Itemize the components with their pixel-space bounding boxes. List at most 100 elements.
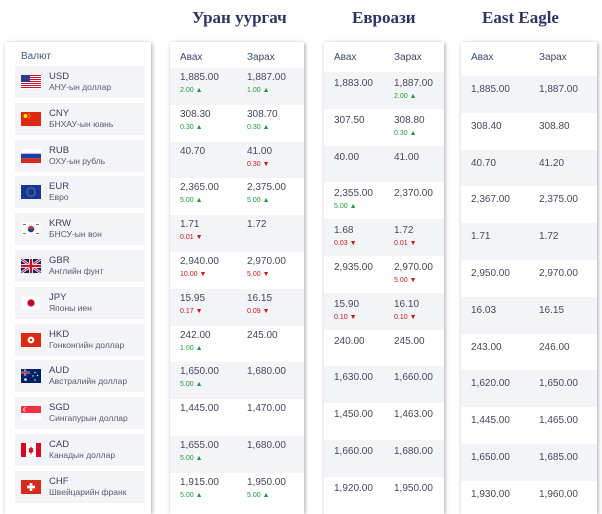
rate-value: 2,370.00 (394, 188, 433, 200)
sg-flag-icon (21, 406, 41, 421)
rate-row-sgd: 1,445.00 1,470.00 (170, 399, 304, 436)
sell-cell: 2,970.00 5.00 ▼ (237, 252, 304, 289)
ru-flag-icon (21, 148, 41, 163)
sell-cell: 1,887.00 1.00 ▲ (237, 68, 304, 105)
rate-value: 1,930.00 (471, 488, 510, 500)
rate-value: 2,367.00 (471, 194, 510, 206)
buy-cell: 40.70 (170, 142, 237, 179)
rate-value: 1,445.00 (471, 415, 510, 427)
rate-row-hkd: 240.00 245.00 (324, 330, 444, 367)
currency-name: Швейцарийн франк (49, 486, 127, 497)
currency-code: SGD (49, 402, 70, 414)
buy-cell: 1,450.00 (324, 403, 384, 440)
arrow-up-icon: ▲ (409, 129, 417, 137)
buy-cell: 1,930.00 (461, 481, 529, 514)
arrow-down-icon: ▼ (199, 271, 207, 278)
sell-cell: 1,887.00 (529, 76, 597, 113)
sell-header: Зарах (394, 51, 422, 63)
arrow-up-icon: ▲ (195, 344, 203, 352)
buy-cell: 2,935.00 (324, 256, 384, 293)
currency-name: Японы иен (49, 302, 92, 313)
buy-cell: 308.30 0.30 ▲ (170, 105, 237, 142)
rate-value: 2,950.00 (471, 268, 510, 279)
rate-value: 1,465.00 (539, 415, 578, 427)
uran-uurgach-panel: Авах Зарах 1,885.00 2.00 ▲ 1,887.00 1.00 ▲ 308… (170, 42, 304, 514)
rate-value: 1,445.00 (180, 403, 219, 415)
sell-cell: 16.15 0.09 ▼ (237, 289, 304, 326)
rate-row-chf: 1,920.00 1,950.00 (324, 477, 444, 514)
rate-value: 40.70 (180, 145, 206, 157)
rate-row-jpy: 15.90 0.10 ▼ 16.10 0.10 ▼ (324, 292, 444, 330)
rate-value: 245.00 (247, 329, 278, 341)
buy-cell: 1,655.00 5.00 ▲ (170, 436, 237, 473)
rate-change: 5.00 ▼ (394, 275, 444, 287)
hk-flag-icon (21, 332, 41, 347)
arrow-up-icon: ▲ (195, 381, 203, 389)
rate-row-cad: 1,655.00 5.00 ▲ 1,680.00 (170, 436, 304, 473)
rate-row-cny: 308.30 0.30 ▲ 308.70 0.30 ▲ (170, 105, 304, 142)
buy-cell: 1,883.00 (324, 72, 384, 109)
buy-cell: 1,620.00 (461, 370, 529, 407)
rate-row-usd: 1,883.00 1,887.00 2.00 ▲ (324, 72, 444, 109)
currency-code: AUD (49, 365, 70, 377)
bank-title-east-eagle: East Eagle (482, 8, 559, 27)
rate-value: 243.00 (471, 341, 502, 353)
buy-cell: 1,445.00 (461, 407, 529, 444)
rate-value: 1,887.00 (394, 78, 433, 89)
arrow-up-icon: ▲ (262, 87, 270, 94)
arrow-up-icon: ▲ (262, 491, 270, 499)
rate-value: 16.10 (394, 298, 420, 310)
arrow-down-icon: ▼ (262, 307, 270, 315)
rate-change: 0.30 ▲ (247, 122, 304, 134)
buy-cell: 243.00 (461, 334, 529, 371)
buy-cell: 1,445.00 (170, 399, 237, 436)
arrow-down-icon: ▼ (195, 307, 203, 315)
buy-cell: 1,650.00 5.00 ▲ (170, 362, 237, 399)
buy-cell: 16.03 (461, 297, 529, 334)
rate-row-usd: 1,885.00 2.00 ▲ 1,887.00 1.00 ▲ (170, 68, 304, 105)
rate-value: 1,883.00 (334, 78, 373, 89)
buy-cell: 2,355.00 5.00 ▲ (324, 182, 384, 219)
rate-row-rub: 40.70 41.20 (461, 149, 597, 187)
currency-row-cny: CNY БНХАУ-ын юань (15, 102, 144, 135)
bank-title-euroasi: Евроази (352, 8, 416, 27)
rate-change: 1.00 ▲ (247, 85, 304, 97)
rate-value: 246.00 (539, 341, 570, 353)
currency-row-sgd: SGD Сингапурын доллар (15, 397, 144, 430)
currency-row-rub: RUB ОХУ-ын рубль (15, 139, 144, 172)
sell-cell: 1,950.00 (384, 477, 444, 514)
rate-value: 1,887.00 (539, 84, 578, 95)
currency-code: GBR (49, 255, 70, 266)
rate-value: 1.71 (471, 231, 491, 243)
sell-cell: 245.00 (237, 326, 304, 363)
currency-row-hkd: HKD Гонконгийн доллар (15, 323, 144, 356)
sell-cell: 1.72 (237, 215, 304, 252)
rate-value: 40.70 (471, 157, 497, 169)
buy-cell: 1.71 (461, 223, 529, 260)
buy-cell: 240.00 (324, 330, 384, 367)
rate-value: 2,935.00 (334, 262, 373, 273)
arrow-down-icon: ▼ (409, 240, 417, 248)
rate-value: 1.72 (539, 231, 559, 243)
rate-value: 2,940.00 (180, 256, 219, 267)
buy-header: Авах (180, 51, 203, 63)
buy-cell: 307.50 (324, 109, 384, 146)
buy-cell: 15.90 0.10 ▼ (324, 293, 384, 330)
sell-cell: 2,370.00 (384, 182, 444, 219)
rate-value: 1,680.00 (247, 440, 286, 451)
sell-cell: 246.00 (529, 334, 597, 371)
buy-cell: 1.71 0.01 ▼ (170, 215, 237, 252)
buy-cell: 1,885.00 2.00 ▲ (170, 68, 237, 105)
currency-header: Валют (21, 51, 51, 62)
rate-row-krw: 1.71 1.72 (461, 223, 597, 260)
rate-value: 1,920.00 (334, 482, 373, 494)
rate-value: 1,450.00 (334, 409, 373, 421)
rate-row-hkd: 242.00 1.00 ▲ 245.00 (170, 326, 304, 363)
currency-name: Гонконгийн доллар (49, 339, 125, 350)
ch-flag-icon (21, 479, 41, 494)
rate-value: 2,970.00 (394, 262, 433, 273)
rate-row-krw: 1.71 0.01 ▼ 1.72 (170, 215, 304, 252)
sell-cell: 1.72 (529, 223, 597, 260)
rate-value: 1,463.00 (394, 409, 433, 421)
rate-change: 5.00 ▲ (180, 453, 237, 465)
